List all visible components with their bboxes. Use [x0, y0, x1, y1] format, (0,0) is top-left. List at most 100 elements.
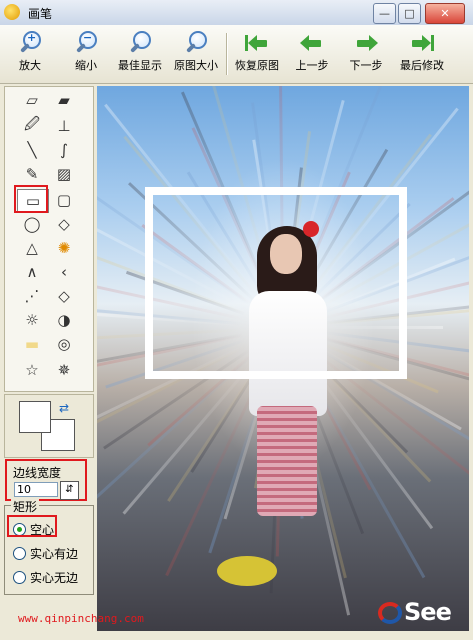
fill-tool[interactable]: ▨ — [49, 163, 79, 185]
star-icon: ☆ — [25, 361, 39, 379]
border-width-input[interactable]: 10 — [14, 482, 58, 497]
rounded-rect-icon: ▢ — [56, 191, 72, 209]
app-icon — [4, 4, 20, 20]
border-width-spinner[interactable]: ⇵ — [60, 481, 79, 500]
best-fit-button[interactable]: 最佳显示 — [114, 28, 166, 80]
dashed-line-icon: ⋰ — [24, 287, 40, 305]
toolbar: + 放大 − 缩小 最佳显示 原图大小 恢复原图 上一步 下一步 最后修改 — [0, 25, 473, 84]
filled-no-border-label: 实心无边 — [30, 570, 79, 585]
small-diamond-icon: ◇ — [58, 287, 70, 305]
zoom-in-icon: + — [18, 31, 42, 55]
triangle-icon: △ — [26, 239, 38, 257]
filled-no-border-radio[interactable]: 实心无边 — [13, 568, 93, 586]
border-width-label: 边线宽度 — [13, 466, 62, 480]
chevron-left-icon: ‹ — [61, 263, 67, 281]
yellow-rect-icon: ▬ — [24, 335, 40, 353]
logo-swirl-icon — [378, 602, 402, 624]
yellow-rect-tool[interactable]: ▬ — [17, 333, 47, 355]
chevron-left-tool[interactable]: ‹ — [49, 261, 79, 283]
last-edit-label: 最后修改 — [400, 59, 444, 72]
radio-icon — [13, 570, 26, 584]
actual-size-button[interactable]: 原图大小 — [170, 28, 222, 80]
photo-subject-legs — [257, 406, 317, 516]
prev-step-label: 上一步 — [295, 59, 329, 72]
curve-icon: ∫ — [60, 141, 68, 159]
star-tool[interactable]: ☆ — [17, 359, 47, 381]
zoom-out-button[interactable]: − 缩小 — [64, 28, 108, 80]
ellipse-tool[interactable]: ◯ — [17, 213, 47, 235]
zoom-in-label: 放大 — [19, 59, 41, 72]
zoom-out-icon: − — [74, 31, 98, 55]
dashed-line-tool[interactable]: ⋰ — [17, 285, 47, 307]
last-edit-icon — [410, 31, 434, 55]
right-arrow-icon — [354, 31, 378, 55]
fill-bucket-icon: ▨ — [56, 165, 72, 183]
zoom-out-label: 缩小 — [75, 59, 97, 72]
close-button[interactable]: ✕ — [425, 3, 465, 24]
filled-with-border-radio[interactable]: 实心有边 — [13, 544, 93, 562]
border-width-panel: 边线宽度 10 ⇵ — [5, 459, 87, 501]
title-bar: 画笔 — □ ✕ — [0, 0, 473, 26]
rectangle-tool-highlight — [14, 185, 48, 213]
half-circle-icon: ◑ — [57, 311, 71, 329]
chevron-up-tool[interactable]: ∧ — [17, 261, 47, 283]
best-fit-icon — [128, 31, 152, 55]
zoom-in-button[interactable]: + 放大 — [8, 28, 52, 80]
minimize-button[interactable]: — — [373, 3, 396, 24]
small-diamond-tool[interactable]: ◇ — [49, 285, 79, 307]
stamp-icon: ⊥ — [57, 117, 71, 135]
ellipse-icon: ◯ — [23, 215, 41, 233]
eyedropper-tool[interactable]: 🖉 — [17, 115, 47, 137]
window-title: 画笔 — [28, 7, 53, 21]
pattern-tool[interactable]: ✵ — [49, 359, 79, 381]
gear-icon: ☼ — [25, 311, 39, 329]
eraser-tool[interactable]: ▱ — [17, 89, 47, 111]
toolbar-separator — [226, 33, 228, 75]
prev-step-button[interactable]: 上一步 — [290, 28, 334, 80]
foreground-color-swatch[interactable] — [19, 401, 51, 433]
actual-size-label: 原图大小 — [174, 59, 218, 72]
spiral-tool[interactable]: ◎ — [49, 333, 79, 355]
blur-streak — [122, 356, 259, 515]
gear-shape-tool[interactable]: ☼ — [17, 309, 47, 331]
photo-canvas[interactable] — [97, 86, 469, 631]
maximize-button[interactable]: □ — [398, 3, 421, 24]
actual-size-icon — [184, 31, 208, 55]
eyedropper-icon: 🖉 — [24, 114, 40, 133]
spiral-icon: ◎ — [57, 335, 71, 353]
swap-colors-icon[interactable]: ⇄ — [59, 401, 69, 415]
pattern-icon: ✵ — [57, 361, 71, 379]
drawn-hollow-rectangle — [145, 187, 407, 379]
pencil-tool[interactable]: ✎ — [17, 163, 47, 185]
chevron-up-icon: ∧ — [26, 263, 38, 281]
logo-text: See — [404, 598, 452, 626]
stamp-tool[interactable]: ⊥ — [49, 115, 79, 137]
next-step-label: 下一步 — [349, 59, 383, 72]
tool-palette: ▱ ▰ 🖉 ⊥ ╲ ∫ ✎ ▨ ▭ ▢ ◯ ◇ △ ✺ ∧ ‹ ⋰ ◇ ☼ ◑ … — [4, 86, 94, 392]
diamond-tool[interactable]: ◇ — [49, 213, 79, 235]
sun-shape-tool[interactable]: ✺ — [49, 237, 79, 259]
clear-tool[interactable]: ▰ — [49, 89, 79, 111]
half-circle-tool[interactable]: ◑ — [49, 309, 79, 331]
radio-icon — [13, 546, 26, 560]
sun-icon: ✺ — [57, 239, 71, 257]
hollow-option-highlight — [7, 515, 57, 537]
filled-with-border-label: 实心有边 — [30, 546, 79, 561]
rectangle-options-legend: 矩形 — [11, 498, 40, 515]
rounded-rect-tool[interactable]: ▢ — [49, 189, 79, 211]
restore-button[interactable]: 恢复原图 — [230, 28, 284, 80]
best-fit-label: 最佳显示 — [118, 59, 162, 72]
restore-icon — [245, 31, 269, 55]
diamond-icon: ◇ — [58, 215, 70, 233]
photo-subject-shoes — [217, 556, 277, 586]
left-arrow-icon — [300, 31, 324, 55]
eraser-icon: ▱ — [26, 91, 38, 109]
triangle-tool[interactable]: △ — [17, 237, 47, 259]
pencil-icon: ✎ — [25, 165, 39, 183]
color-panel: ⇄ — [4, 394, 94, 458]
last-edit-button[interactable]: 最后修改 — [394, 28, 450, 80]
curve-tool[interactable]: ∫ — [49, 139, 79, 161]
watermark-url: www.qinpinchang.com — [18, 612, 144, 625]
line-tool[interactable]: ╲ — [17, 139, 47, 161]
next-step-button[interactable]: 下一步 — [344, 28, 388, 80]
